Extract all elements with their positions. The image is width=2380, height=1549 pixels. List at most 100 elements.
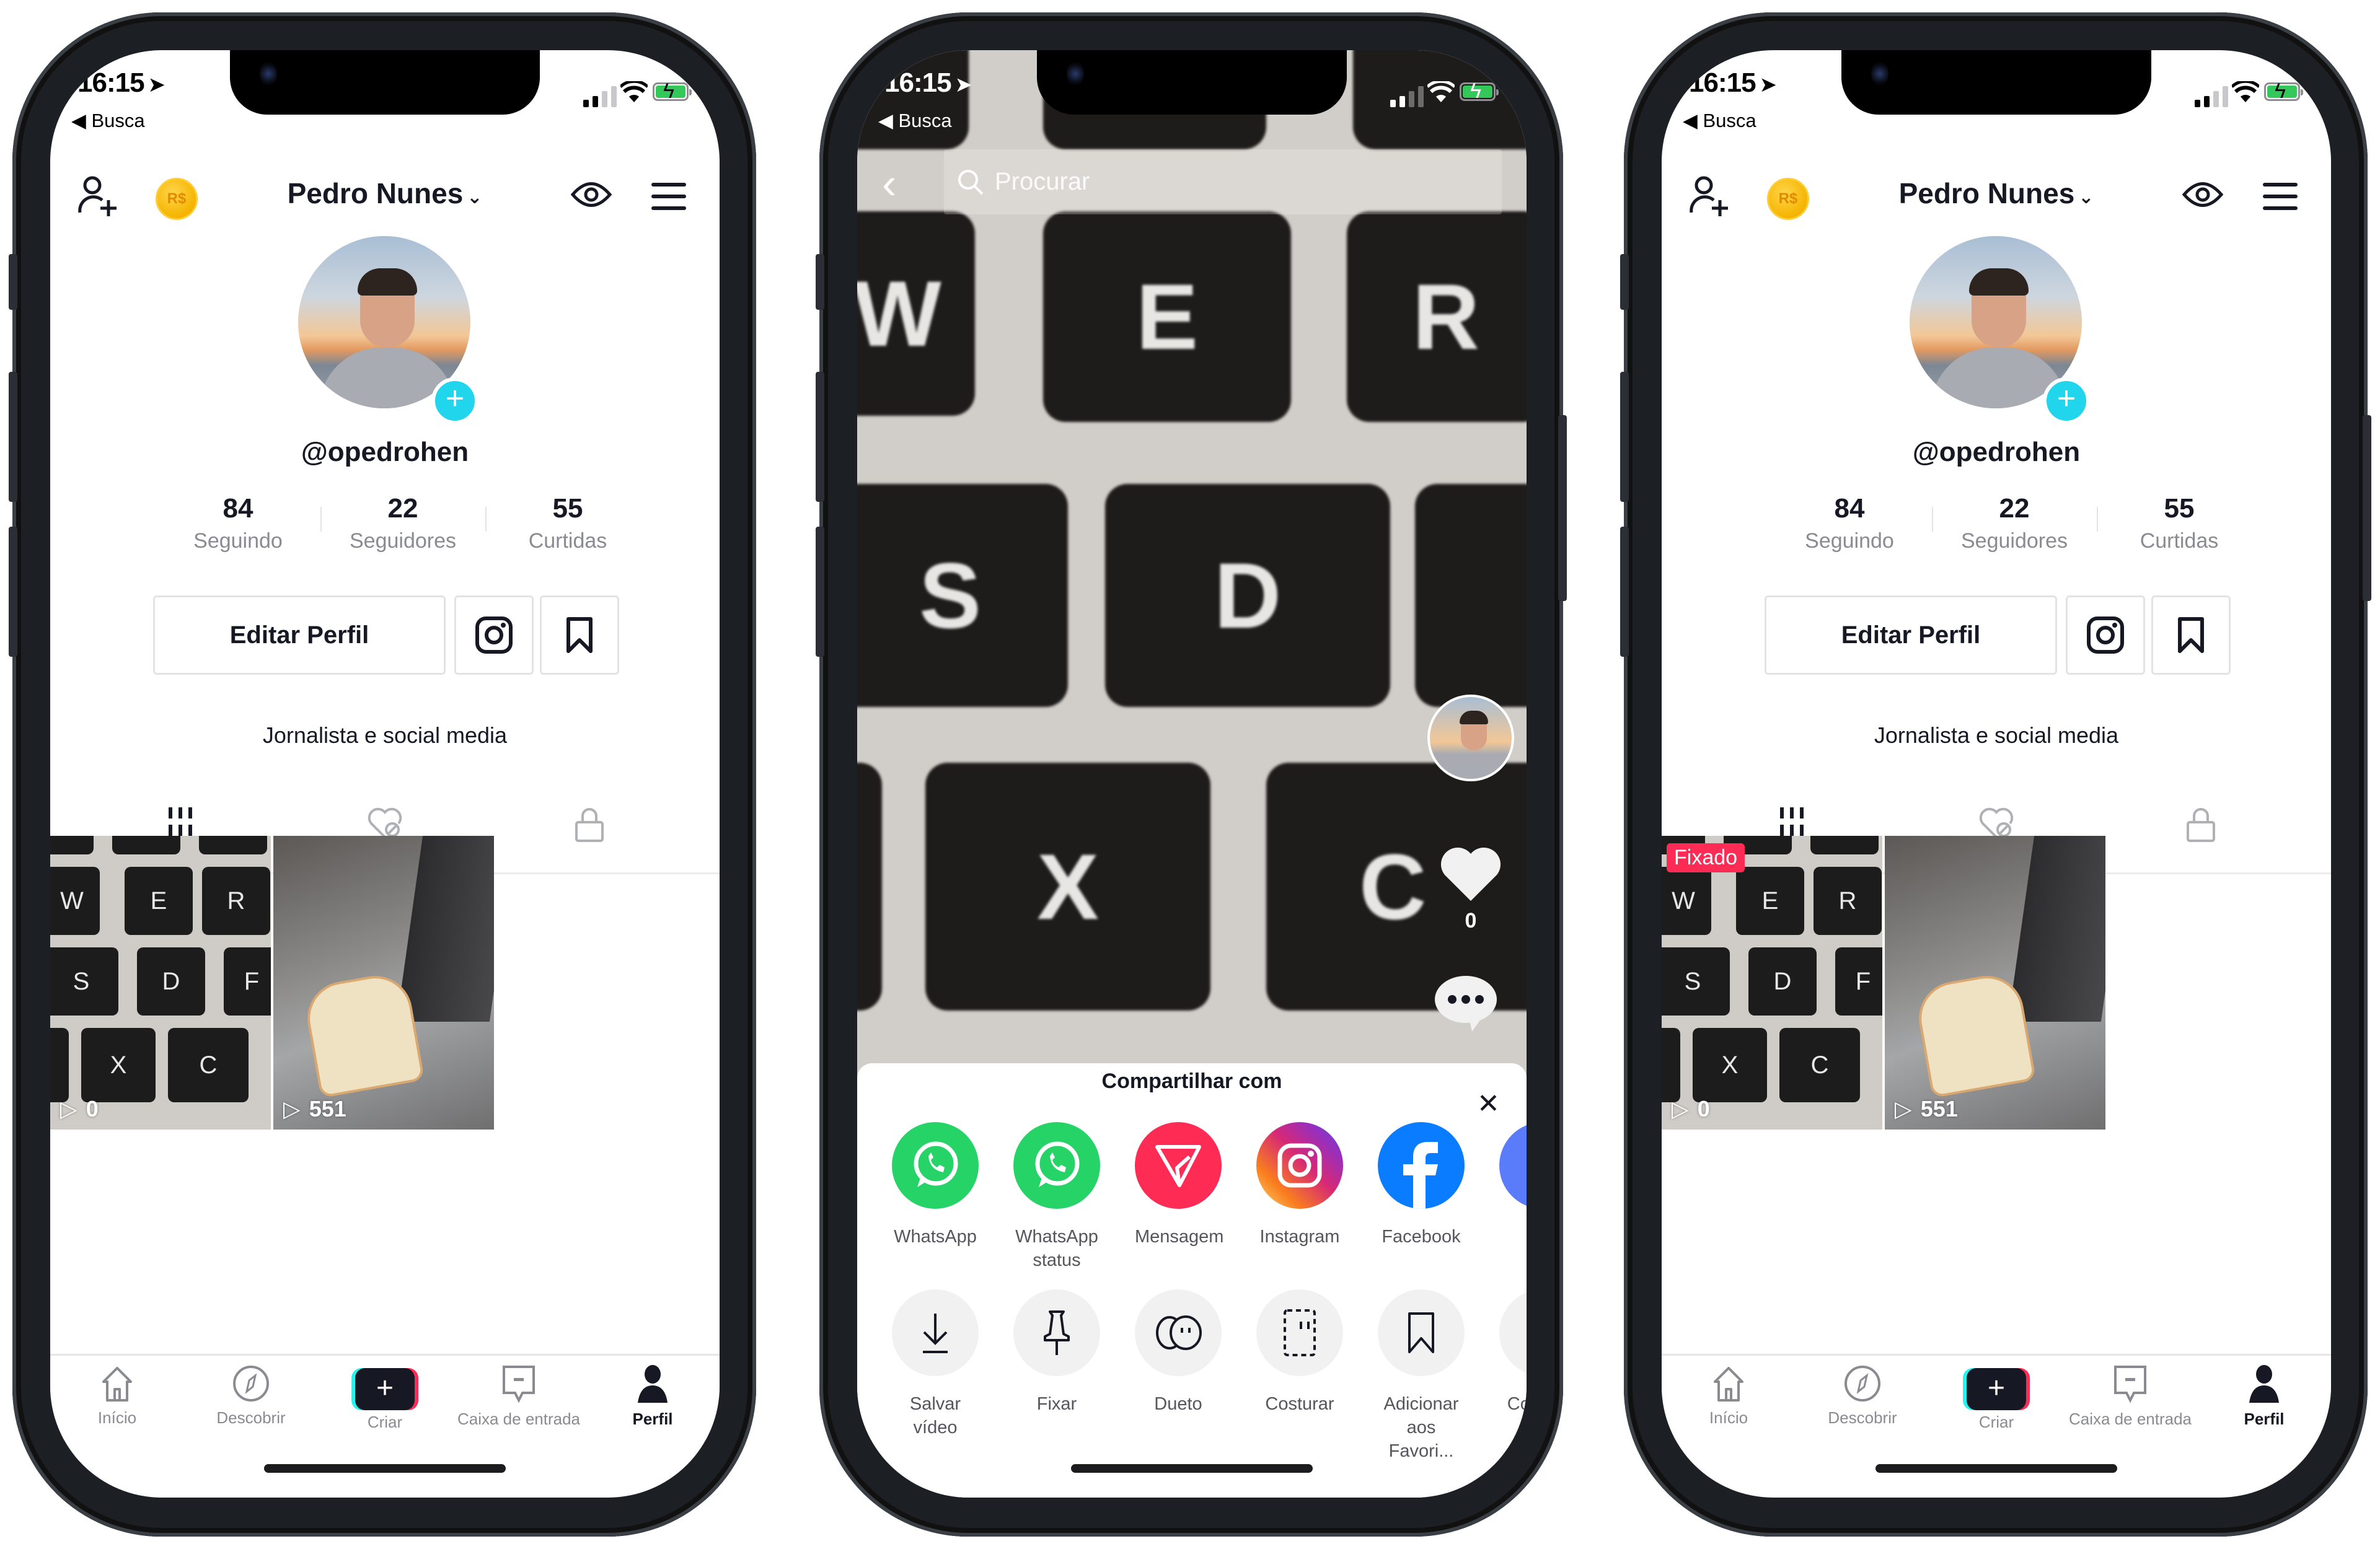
view-count: ▷ 0 bbox=[60, 1096, 99, 1121]
signal-icon bbox=[1390, 86, 1424, 107]
nav-create[interactable]: + Criar bbox=[1929, 1364, 2063, 1432]
eye-icon[interactable] bbox=[571, 179, 612, 210]
instagram-button[interactable] bbox=[454, 595, 534, 675]
nav-profile[interactable]: Perfil bbox=[2197, 1364, 2331, 1429]
profile-icon bbox=[2249, 1365, 2279, 1403]
stat-likes[interactable]: 55 Curtidas bbox=[485, 493, 650, 553]
action-more[interactable]: Con es c bbox=[1499, 1289, 1527, 1463]
menu-icon[interactable] bbox=[651, 183, 686, 218]
account-switcher[interactable]: Pedro Nunes ⌄ bbox=[50, 177, 720, 210]
heart-hidden-icon bbox=[368, 807, 402, 838]
bottom-nav: Início Descobrir + Criar Caixa de entrada… bbox=[50, 1354, 720, 1441]
tab-private[interactable] bbox=[478, 806, 701, 843]
action-add-favorites[interactable]: Adicionar aos Favori... bbox=[1378, 1289, 1465, 1463]
share-copy-link[interactable]: ⛓Cop bbox=[1499, 1122, 1527, 1272]
bio: Jornalista e social media bbox=[262, 722, 508, 748]
chevron-down-icon: ⌄ bbox=[467, 187, 483, 208]
nav-discover[interactable]: Descobrir bbox=[1796, 1364, 1929, 1428]
volume-up-button bbox=[9, 372, 17, 502]
share-instagram[interactable]: Instagram bbox=[1256, 1122, 1343, 1272]
stat-followers[interactable]: 22 Seguidores bbox=[1932, 493, 2097, 553]
tab-videos[interactable] bbox=[69, 806, 292, 837]
stat-following[interactable]: 84 Seguindo bbox=[156, 493, 320, 553]
tab-videos[interactable] bbox=[1680, 806, 1903, 837]
play-icon: ▷ bbox=[283, 1096, 301, 1121]
username: @opedrohen bbox=[301, 437, 469, 467]
action-pin[interactable]: Fixar bbox=[1013, 1289, 1100, 1463]
action-stitch[interactable]: Costurar bbox=[1256, 1289, 1343, 1463]
nav-profile[interactable]: Perfil bbox=[586, 1364, 720, 1429]
compass-icon bbox=[233, 1366, 269, 1402]
action-duet[interactable]: Dueto bbox=[1135, 1289, 1222, 1463]
lock-icon bbox=[2187, 808, 2215, 842]
home-indicator bbox=[1875, 1464, 2117, 1473]
nav-home[interactable]: Início bbox=[50, 1364, 184, 1428]
favorites-button[interactable] bbox=[540, 595, 619, 675]
stat-followers[interactable]: 22 Seguidores bbox=[320, 493, 485, 553]
side-button bbox=[9, 254, 17, 310]
lock-icon bbox=[575, 808, 604, 842]
bottom-nav: Início Descobrir + Criar Caixa de entrada… bbox=[1662, 1354, 2331, 1441]
like-button[interactable]: 0 bbox=[1434, 846, 1508, 933]
video-thumbnail-pinned[interactable]: Fixado W E R S D F X C ▷ 0 bbox=[1662, 836, 1882, 1130]
share-whatsapp[interactable]: WhatsApp bbox=[892, 1122, 979, 1272]
battery-charging-icon: ϟ bbox=[1460, 81, 1499, 102]
creator-avatar[interactable] bbox=[1427, 695, 1514, 781]
wifi-icon bbox=[620, 81, 648, 102]
add-photo-icon[interactable]: + bbox=[431, 377, 478, 424]
instagram-icon bbox=[1277, 1143, 1322, 1188]
send-icon bbox=[1155, 1145, 1201, 1187]
comment-icon bbox=[1435, 976, 1497, 1032]
favorites-button[interactable] bbox=[2151, 595, 2231, 675]
wifi-icon bbox=[2232, 81, 2259, 102]
eye-icon[interactable] bbox=[2182, 179, 2223, 210]
close-icon[interactable]: ✕ bbox=[1477, 1088, 1500, 1120]
tab-private[interactable] bbox=[2089, 806, 2312, 843]
instagram-icon bbox=[475, 617, 513, 654]
nav-discover[interactable]: Descobrir bbox=[184, 1364, 318, 1428]
share-sheet-title: Compartilhar com bbox=[1101, 1069, 1282, 1093]
share-message[interactable]: Mensagem bbox=[1135, 1122, 1223, 1272]
comment-button[interactable] bbox=[1434, 973, 1498, 1036]
notch bbox=[1037, 50, 1347, 115]
signal-icon bbox=[583, 86, 617, 107]
facebook-icon bbox=[1403, 1142, 1438, 1209]
home-icon bbox=[102, 1367, 132, 1402]
stat-likes[interactable]: 55 Curtidas bbox=[2097, 493, 2262, 553]
tab-liked[interactable] bbox=[273, 806, 496, 840]
add-photo-icon[interactable]: + bbox=[2043, 377, 2090, 424]
video-thumbnail[interactable]: W E R S D F X C ▷ 0 bbox=[50, 836, 271, 1130]
battery-charging-icon: ϟ bbox=[653, 81, 692, 102]
pin-icon bbox=[1044, 1310, 1070, 1355]
download-icon bbox=[923, 1314, 948, 1353]
nav-home[interactable]: Início bbox=[1662, 1364, 1796, 1428]
back-to-app-link[interactable]: ◀ Busca bbox=[878, 110, 952, 132]
action-save-video[interactable]: Salvar vídeo bbox=[892, 1289, 979, 1463]
whatsapp-icon bbox=[914, 1141, 958, 1187]
video-screen: W E R S D X C 16:15 ➤ ◀ Busca ϟ ‹ Procura… bbox=[857, 50, 1527, 1498]
edit-profile-button[interactable]: Editar Perfil bbox=[153, 595, 446, 675]
volume-up-button bbox=[816, 372, 824, 502]
bookmark-icon bbox=[566, 617, 593, 653]
back-to-app-link[interactable]: ◀ Busca bbox=[1683, 110, 1756, 132]
share-facebook[interactable]: Facebook bbox=[1378, 1122, 1465, 1272]
nav-inbox[interactable]: Caixa de entrada bbox=[2063, 1364, 2197, 1429]
bio: Jornalista e social media bbox=[1874, 722, 2119, 748]
instagram-button[interactable] bbox=[2066, 595, 2145, 675]
video-thumbnail[interactable]: ▷ 551 bbox=[1885, 836, 2105, 1130]
nav-create[interactable]: + Criar bbox=[318, 1364, 452, 1432]
edit-profile-button[interactable]: Editar Perfil bbox=[1765, 595, 2057, 675]
share-actions: Salvar vídeo Fixar Dueto Costurar Adicio… bbox=[892, 1289, 1527, 1463]
back-to-app-link[interactable]: ◀ Busca bbox=[71, 110, 145, 132]
account-switcher[interactable]: Pedro Nunes ⌄ bbox=[1662, 177, 2331, 210]
share-apps: WhatsApp WhatsApp status Mensagem Instag… bbox=[892, 1122, 1527, 1272]
nav-inbox[interactable]: Caixa de entrada bbox=[452, 1364, 586, 1429]
menu-icon[interactable] bbox=[2263, 183, 2298, 218]
tab-liked[interactable] bbox=[1885, 806, 2108, 840]
share-whatsapp-status[interactable]: WhatsApp status bbox=[1013, 1122, 1100, 1272]
stat-following[interactable]: 84 Seguindo bbox=[1767, 493, 1932, 553]
play-icon: ▷ bbox=[1672, 1096, 1689, 1121]
home-indicator bbox=[1071, 1464, 1313, 1473]
bookmark-icon bbox=[1408, 1312, 1434, 1353]
video-thumbnail[interactable]: ▷ 551 bbox=[273, 836, 494, 1130]
